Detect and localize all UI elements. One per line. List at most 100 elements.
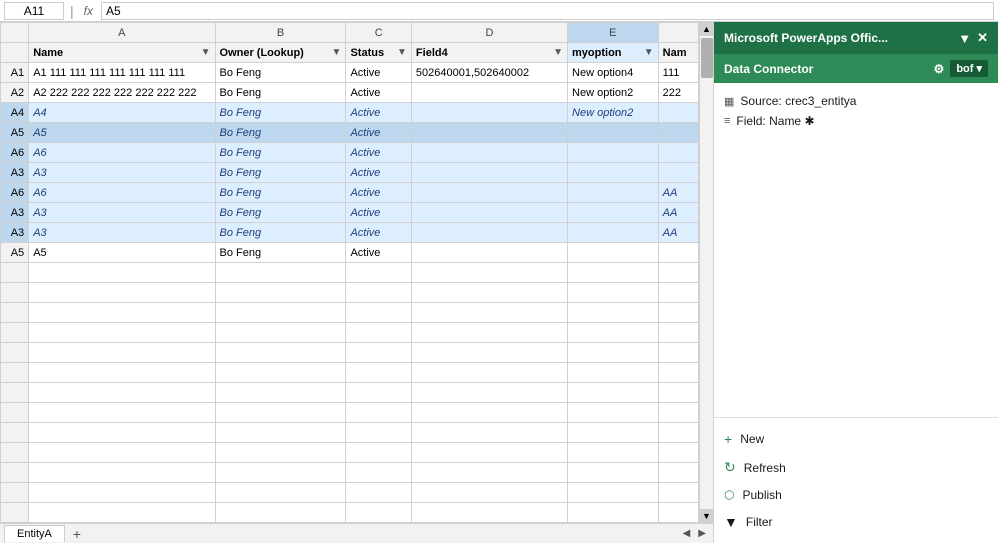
cell[interactable] bbox=[411, 163, 567, 183]
cell[interactable]: Bo Feng bbox=[215, 143, 346, 163]
cell[interactable] bbox=[658, 103, 698, 123]
filter-icon-Status[interactable]: ▼ bbox=[397, 47, 407, 58]
empty-cell[interactable] bbox=[346, 423, 411, 443]
empty-cell[interactable] bbox=[215, 483, 346, 503]
cell[interactable] bbox=[411, 183, 567, 203]
empty-cell[interactable] bbox=[568, 303, 659, 323]
formula-bar-input[interactable] bbox=[101, 2, 994, 20]
cell[interactable]: Bo Feng bbox=[215, 83, 346, 103]
empty-cell[interactable] bbox=[568, 423, 659, 443]
empty-cell[interactable] bbox=[29, 303, 215, 323]
empty-cell[interactable] bbox=[215, 343, 346, 363]
action-publish[interactable]: ⬡ Publish bbox=[724, 485, 988, 505]
empty-cell[interactable] bbox=[29, 343, 215, 363]
empty-cell[interactable] bbox=[346, 443, 411, 463]
empty-cell[interactable] bbox=[658, 303, 698, 323]
cell[interactable]: 222 bbox=[658, 83, 698, 103]
empty-cell[interactable] bbox=[411, 503, 567, 523]
cell[interactable]: Active bbox=[346, 163, 411, 183]
empty-cell[interactable] bbox=[346, 403, 411, 423]
cell[interactable] bbox=[568, 203, 659, 223]
cell[interactable]: Bo Feng bbox=[215, 223, 346, 243]
empty-cell[interactable] bbox=[29, 383, 215, 403]
add-sheet-btn[interactable]: + bbox=[69, 526, 85, 542]
empty-cell[interactable] bbox=[658, 403, 698, 423]
cell[interactable] bbox=[411, 223, 567, 243]
cell[interactable] bbox=[411, 103, 567, 123]
empty-cell[interactable] bbox=[29, 323, 215, 343]
empty-cell[interactable] bbox=[215, 423, 346, 443]
cell[interactable]: Active bbox=[346, 123, 411, 143]
cell[interactable]: New option4 bbox=[568, 63, 659, 83]
empty-cell[interactable] bbox=[215, 263, 346, 283]
cell[interactable] bbox=[568, 243, 659, 263]
cell[interactable]: Active bbox=[346, 83, 411, 103]
action-filter[interactable]: ▼ Filter bbox=[724, 511, 988, 533]
cell[interactable] bbox=[568, 123, 659, 143]
empty-cell[interactable] bbox=[568, 323, 659, 343]
empty-cell[interactable] bbox=[346, 323, 411, 343]
empty-cell[interactable] bbox=[346, 343, 411, 363]
cell[interactable]: A6 bbox=[29, 143, 215, 163]
cell[interactable]: 111 bbox=[658, 63, 698, 83]
empty-cell[interactable] bbox=[411, 303, 567, 323]
cell[interactable]: Bo Feng bbox=[215, 63, 346, 83]
scroll-up-btn[interactable]: ▲ bbox=[700, 22, 714, 36]
cell[interactable]: 502640001,502640002 bbox=[411, 63, 567, 83]
empty-cell[interactable] bbox=[215, 383, 346, 403]
empty-cell[interactable] bbox=[411, 323, 567, 343]
empty-cell[interactable] bbox=[568, 343, 659, 363]
col-header-Status[interactable]: Status ▼ bbox=[346, 43, 411, 63]
panel-close-icon[interactable]: ✕ bbox=[977, 30, 988, 46]
empty-cell[interactable] bbox=[215, 363, 346, 383]
empty-cell[interactable] bbox=[658, 503, 698, 523]
empty-cell[interactable] bbox=[29, 363, 215, 383]
col-alpha-B[interactable]: B bbox=[215, 23, 346, 43]
empty-cell[interactable] bbox=[29, 483, 215, 503]
cell[interactable]: AA bbox=[658, 223, 698, 243]
empty-cell[interactable] bbox=[346, 503, 411, 523]
empty-cell[interactable] bbox=[658, 343, 698, 363]
cell[interactable]: AA bbox=[658, 183, 698, 203]
empty-cell[interactable] bbox=[346, 303, 411, 323]
empty-cell[interactable] bbox=[568, 443, 659, 463]
empty-cell[interactable] bbox=[346, 363, 411, 383]
empty-cell[interactable] bbox=[215, 283, 346, 303]
cell[interactable]: Active bbox=[346, 243, 411, 263]
scroll-left-btn[interactable]: ◀ bbox=[680, 528, 694, 539]
scroll-down-btn[interactable]: ▼ bbox=[700, 509, 714, 523]
empty-cell[interactable] bbox=[411, 383, 567, 403]
cell[interactable]: A6 bbox=[29, 183, 215, 203]
cell[interactable]: New option2 bbox=[568, 103, 659, 123]
filter-icon-Name[interactable]: ▼ bbox=[201, 47, 211, 58]
empty-cell[interactable] bbox=[29, 423, 215, 443]
empty-cell[interactable] bbox=[29, 403, 215, 423]
empty-cell[interactable] bbox=[568, 403, 659, 423]
empty-cell[interactable] bbox=[568, 483, 659, 503]
cell[interactable]: Bo Feng bbox=[215, 203, 346, 223]
field-item[interactable]: ≡ Field: Name ✱ bbox=[724, 111, 988, 131]
cell[interactable] bbox=[658, 123, 698, 143]
empty-cell[interactable] bbox=[29, 503, 215, 523]
action-refresh[interactable]: ↻ Refresh bbox=[724, 456, 988, 479]
empty-cell[interactable] bbox=[411, 463, 567, 483]
grid-scroll[interactable]: A B C D E Name ▼ bbox=[0, 22, 699, 523]
filter-icon-myoption[interactable]: ▼ bbox=[644, 47, 654, 58]
empty-cell[interactable] bbox=[411, 263, 567, 283]
cell[interactable] bbox=[658, 243, 698, 263]
cell[interactable]: Active bbox=[346, 183, 411, 203]
empty-cell[interactable] bbox=[658, 283, 698, 303]
cell-ref-input[interactable] bbox=[4, 2, 64, 20]
empty-cell[interactable] bbox=[29, 263, 215, 283]
empty-cell[interactable] bbox=[29, 463, 215, 483]
empty-cell[interactable] bbox=[411, 343, 567, 363]
empty-cell[interactable] bbox=[658, 443, 698, 463]
cell[interactable] bbox=[411, 123, 567, 143]
empty-cell[interactable] bbox=[346, 383, 411, 403]
cell[interactable]: A1 111 111 111 111 111 111 111 bbox=[29, 63, 215, 83]
col-alpha-C[interactable]: C bbox=[346, 23, 411, 43]
cell[interactable]: Bo Feng bbox=[215, 163, 346, 183]
empty-cell[interactable] bbox=[568, 463, 659, 483]
panel-expand-icon[interactable]: ▼ bbox=[958, 31, 971, 46]
cell[interactable]: Active bbox=[346, 223, 411, 243]
